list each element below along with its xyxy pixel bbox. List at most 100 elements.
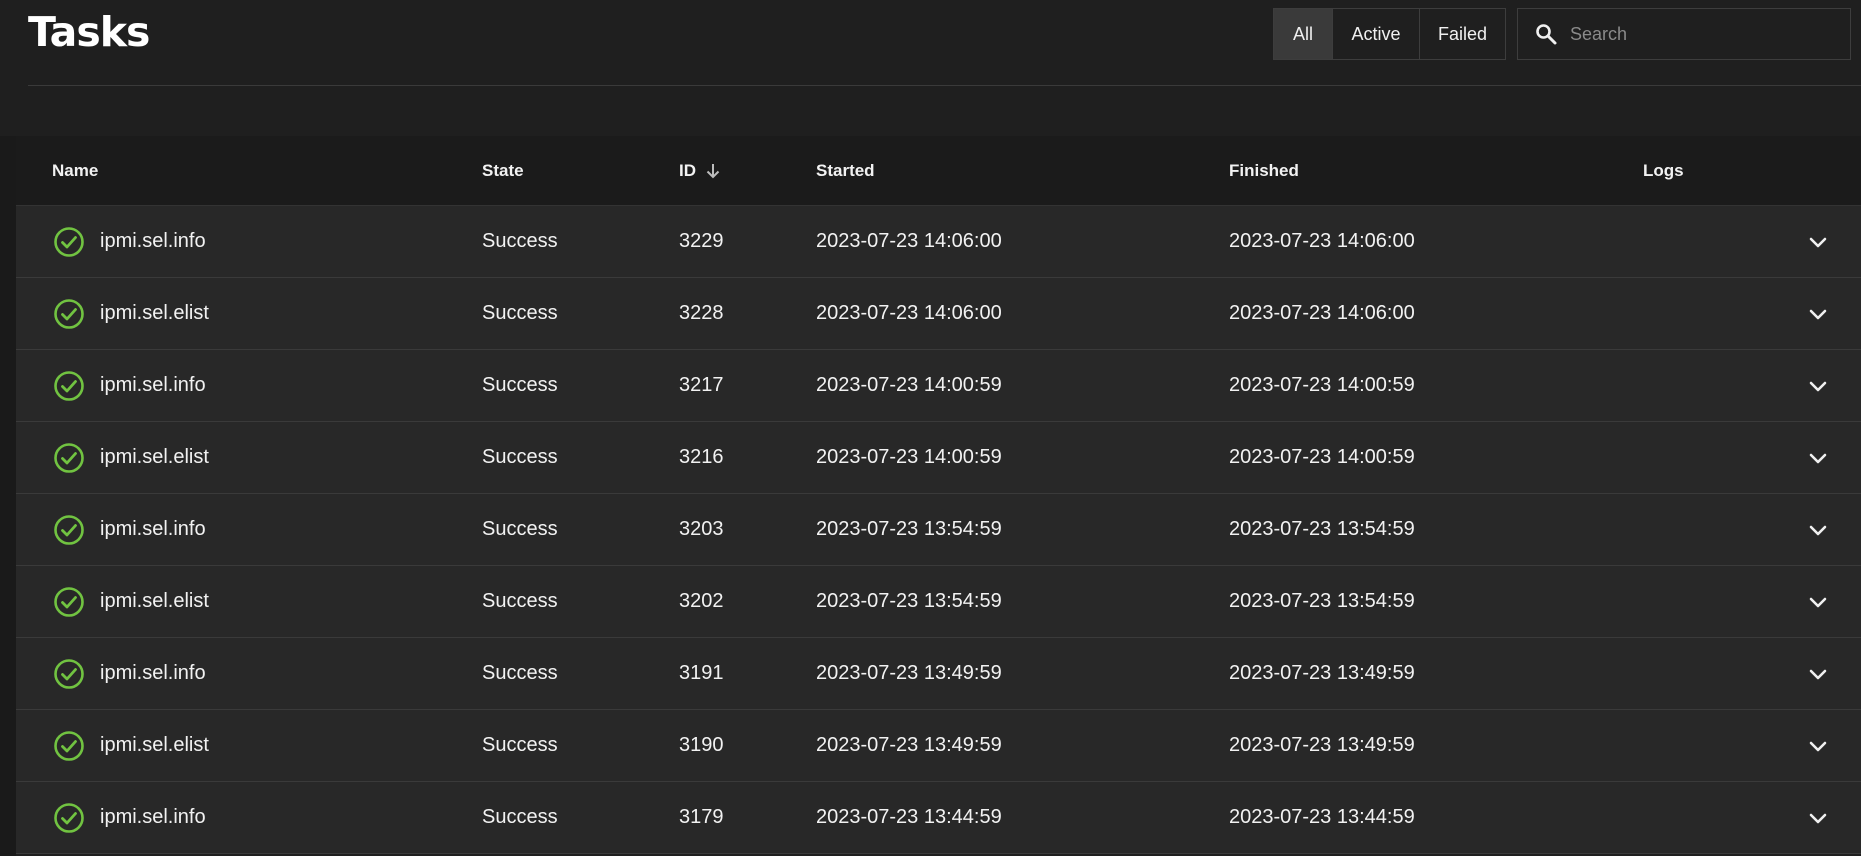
column-header-name[interactable]: Name <box>52 161 98 181</box>
chevron-down-icon <box>1809 525 1827 535</box>
chevron-down-icon <box>1809 381 1827 391</box>
search-icon <box>1536 24 1557 45</box>
task-started: 2023-07-23 14:00:59 <box>816 446 1002 468</box>
check-circle-icon <box>54 226 84 257</box>
table-row[interactable]: ipmi.sel.info Success 3179 2023-07-23 13… <box>16 782 1861 854</box>
task-id: 3179 <box>679 806 724 828</box>
task-finished: 2023-07-23 14:06:00 <box>1229 302 1415 324</box>
task-finished: 2023-07-23 14:06:00 <box>1229 230 1415 252</box>
table-row[interactable]: ipmi.sel.info Success 3191 2023-07-23 13… <box>16 638 1861 710</box>
check-circle-icon <box>54 514 84 545</box>
task-state: Success <box>482 230 558 252</box>
column-header-state[interactable]: State <box>482 161 524 181</box>
expand-logs-button[interactable] <box>1798 710 1838 781</box>
task-id: 3229 <box>679 230 724 252</box>
task-id: 3190 <box>679 734 724 756</box>
task-id: 3202 <box>679 590 724 612</box>
filter-failed-button[interactable]: Failed <box>1420 9 1505 59</box>
expand-logs-button[interactable] <box>1798 278 1838 349</box>
task-name-cell: ipmi.sel.elist <box>52 710 209 781</box>
chevron-down-icon <box>1809 237 1827 247</box>
chevron-down-icon <box>1809 669 1827 679</box>
task-state: Success <box>482 518 558 540</box>
page-title: Tasks <box>28 8 150 56</box>
table-row[interactable]: ipmi.sel.info Success 3229 2023-07-23 14… <box>16 206 1861 278</box>
expand-logs-button[interactable] <box>1798 782 1838 853</box>
task-name-cell: ipmi.sel.info <box>52 206 206 277</box>
task-started: 2023-07-23 13:44:59 <box>816 806 1002 828</box>
filter-active-button[interactable]: Active <box>1333 9 1420 59</box>
tasks-table: Name State ID Started Finished Logs ipmi… <box>16 136 1861 854</box>
task-started: 2023-07-23 14:06:00 <box>816 230 1002 252</box>
check-circle-icon <box>54 442 84 473</box>
table-row[interactable]: ipmi.sel.elist Success 3228 2023-07-23 1… <box>16 278 1861 350</box>
task-state: Success <box>482 806 558 828</box>
task-finished: 2023-07-23 13:54:59 <box>1229 590 1415 612</box>
task-name: ipmi.sel.info <box>100 230 206 252</box>
task-name: ipmi.sel.elist <box>100 734 209 756</box>
expand-logs-button[interactable] <box>1798 494 1838 565</box>
state-filter-group: All Active Failed <box>1273 8 1506 60</box>
task-started: 2023-07-23 13:54:59 <box>816 590 1002 612</box>
column-header-id-label: ID <box>679 160 696 180</box>
task-started: 2023-07-23 13:54:59 <box>816 518 1002 540</box>
task-finished: 2023-07-23 13:49:59 <box>1229 662 1415 684</box>
task-id: 3191 <box>679 662 724 684</box>
task-state: Success <box>482 662 558 684</box>
task-id: 3203 <box>679 518 724 540</box>
check-circle-icon <box>54 586 84 617</box>
table-row[interactable]: ipmi.sel.elist Success 3202 2023-07-23 1… <box>16 566 1861 638</box>
table-header: Name State ID Started Finished Logs <box>16 136 1861 206</box>
task-state: Success <box>482 734 558 756</box>
column-header-started[interactable]: Started <box>816 161 875 181</box>
column-header-finished[interactable]: Finished <box>1229 161 1299 181</box>
task-name: ipmi.sel.elist <box>100 446 209 468</box>
task-state: Success <box>482 302 558 324</box>
table-row[interactable]: ipmi.sel.elist Success 3216 2023-07-23 1… <box>16 422 1861 494</box>
task-id: 3216 <box>679 446 724 468</box>
table-row[interactable]: ipmi.sel.info Success 3217 2023-07-23 14… <box>16 350 1861 422</box>
search-input[interactable] <box>1568 22 1850 46</box>
table-body: ipmi.sel.info Success 3229 2023-07-23 14… <box>16 206 1861 854</box>
expand-logs-button[interactable] <box>1798 566 1838 637</box>
left-rail <box>0 136 16 856</box>
task-id: 3228 <box>679 302 724 324</box>
chevron-down-icon <box>1809 813 1827 823</box>
task-name: ipmi.sel.elist <box>100 590 209 612</box>
task-finished: 2023-07-23 13:44:59 <box>1229 806 1415 828</box>
expand-logs-button[interactable] <box>1798 422 1838 493</box>
task-started: 2023-07-23 13:49:59 <box>816 734 1002 756</box>
filter-all-button[interactable]: All <box>1274 9 1333 59</box>
task-name-cell: ipmi.sel.info <box>52 350 206 421</box>
page-header: Tasks All Active Failed <box>0 0 1861 86</box>
task-finished: 2023-07-23 13:49:59 <box>1229 734 1415 756</box>
task-finished: 2023-07-23 13:54:59 <box>1229 518 1415 540</box>
task-id: 3217 <box>679 374 724 396</box>
task-name: ipmi.sel.info <box>100 374 206 396</box>
chevron-down-icon <box>1809 597 1827 607</box>
task-started: 2023-07-23 14:00:59 <box>816 374 1002 396</box>
check-circle-icon <box>54 298 84 329</box>
task-name-cell: ipmi.sel.info <box>52 782 206 853</box>
check-circle-icon <box>54 658 84 689</box>
task-state: Success <box>482 590 558 612</box>
column-header-logs: Logs <box>1643 160 1684 180</box>
tasks-page: Tasks All Active Failed Name State ID <box>0 0 1861 856</box>
task-name: ipmi.sel.elist <box>100 302 209 324</box>
task-state: Success <box>482 374 558 396</box>
expand-logs-button[interactable] <box>1798 350 1838 421</box>
task-name-cell: ipmi.sel.elist <box>52 278 209 349</box>
chevron-down-icon <box>1809 309 1827 319</box>
chevron-down-icon <box>1809 741 1827 751</box>
task-name: ipmi.sel.info <box>100 662 206 684</box>
task-state: Success <box>482 446 558 468</box>
task-name-cell: ipmi.sel.info <box>52 638 206 709</box>
column-header-id[interactable]: ID <box>679 161 722 181</box>
search-box[interactable] <box>1517 8 1851 60</box>
task-finished: 2023-07-23 14:00:59 <box>1229 446 1415 468</box>
table-row[interactable]: ipmi.sel.info Success 3203 2023-07-23 13… <box>16 494 1861 566</box>
expand-logs-button[interactable] <box>1798 638 1838 709</box>
expand-logs-button[interactable] <box>1798 206 1838 277</box>
table-row[interactable]: ipmi.sel.elist Success 3190 2023-07-23 1… <box>16 710 1861 782</box>
check-circle-icon <box>54 802 84 833</box>
